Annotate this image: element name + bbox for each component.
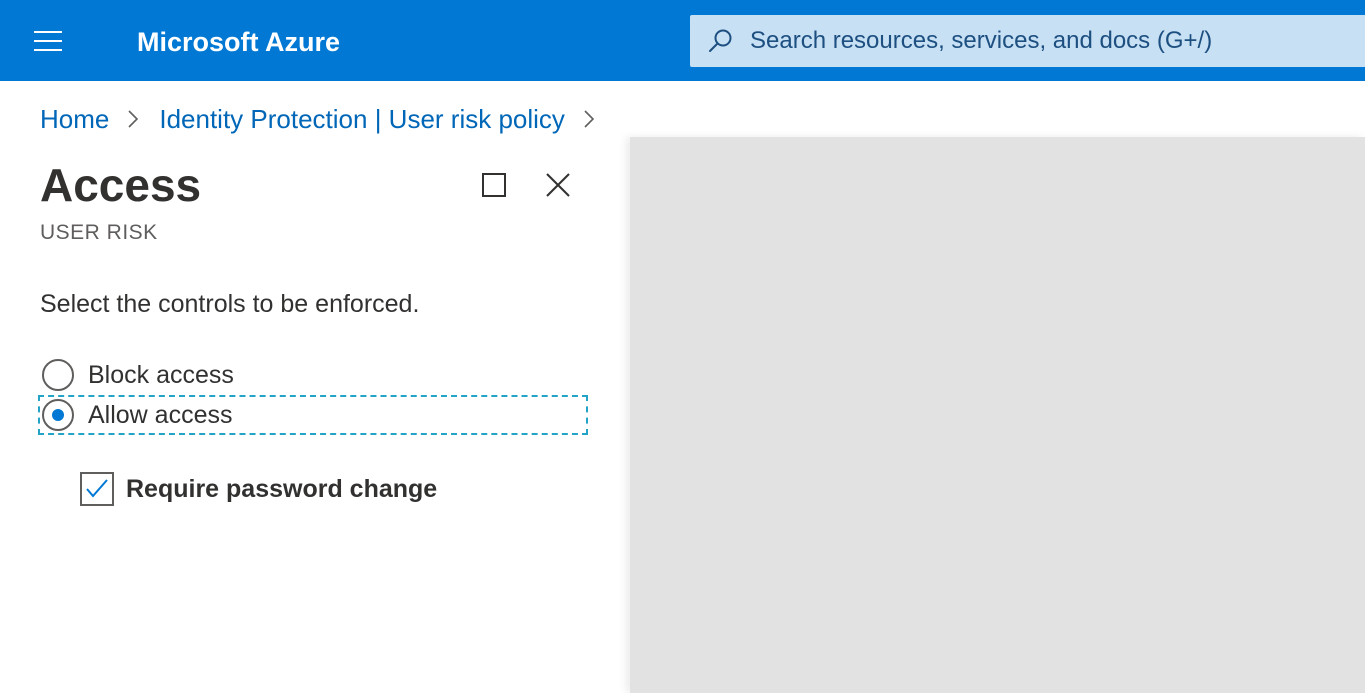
breadcrumb-identity-protection-link[interactable]: Identity Protection | User risk policy [159, 104, 565, 135]
block-access-radio[interactable]: Block access [40, 357, 234, 393]
checkmark-icon [86, 479, 108, 498]
instruction-text: Select the controls to be enforced. [40, 290, 420, 318]
page-subtitle: USER RISK [40, 221, 158, 244]
top-navigation-bar: Microsoft Azure Search resources, servic… [0, 0, 1365, 81]
radio-label: Block access [88, 360, 234, 389]
radio-button[interactable] [42, 359, 74, 391]
breadcrumb-home-link[interactable]: Home [40, 104, 109, 135]
maximize-icon[interactable] [478, 169, 510, 201]
background-overlay [630, 137, 1365, 693]
breadcrumb: Home Identity Protection | User risk pol… [40, 101, 615, 137]
allow-access-radio[interactable]: Allow access [38, 395, 588, 435]
search-icon [709, 29, 732, 52]
radio-label: Allow access [88, 400, 233, 429]
checkbox-label: Require password change [126, 474, 438, 503]
search-input[interactable]: Search resources, services, and docs (G+… [750, 26, 1212, 56]
close-icon[interactable] [542, 169, 574, 201]
chevron-right-icon [128, 110, 139, 128]
portal-brand[interactable]: Microsoft Azure [137, 24, 340, 60]
hamburger-menu-icon[interactable] [34, 31, 62, 51]
chevron-right-icon [584, 110, 595, 128]
page-title: Access [40, 159, 202, 211]
global-search-box[interactable]: Search resources, services, and docs (G+… [690, 15, 1365, 67]
require-password-change-checkbox[interactable]: Require password change [80, 472, 437, 506]
checkbox[interactable] [80, 472, 114, 506]
radio-button-selected[interactable] [42, 399, 74, 431]
